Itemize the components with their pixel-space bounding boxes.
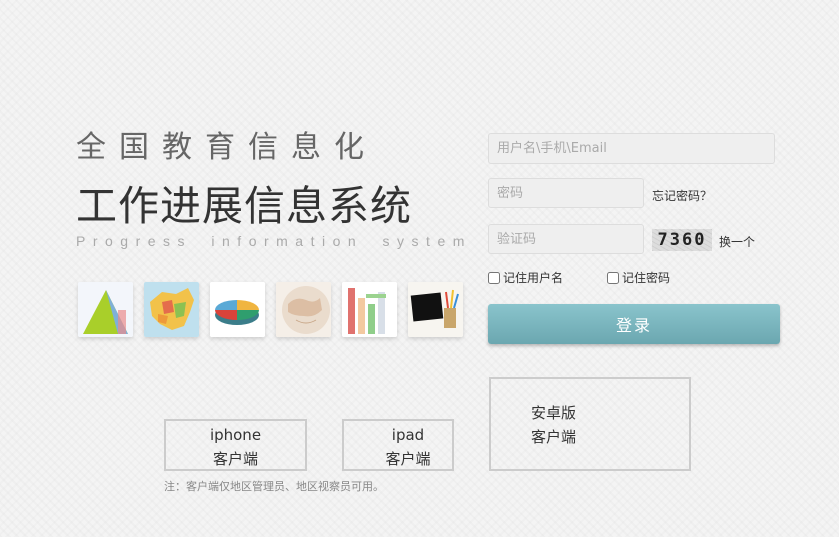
- pie-chart-icon: [210, 282, 265, 337]
- title-line1: 全国教育信息化: [76, 130, 377, 165]
- captcha-input[interactable]: [488, 224, 644, 254]
- android-client-line2: 客户端: [531, 428, 577, 446]
- iphone-client-line1: iphone: [209, 426, 262, 444]
- captcha-image[interactable]: 7360: [652, 229, 712, 251]
- remember-username-checkbox[interactable]: 记住用户名: [488, 269, 563, 286]
- client-note: 注：客户端仅地区管理员、地区视察员可用。: [164, 480, 384, 493]
- china-map-icon: [144, 282, 199, 337]
- iphone-client-button[interactable]: iphone 客户端: [164, 419, 307, 471]
- title-line2: 工作进展信息系统: [76, 182, 412, 230]
- title-english: Progress information system: [76, 233, 472, 249]
- remember-password-check[interactable]: [607, 271, 619, 284]
- ipad-client-line2: 客户端: [385, 450, 431, 468]
- remember-username-check[interactable]: [488, 271, 500, 284]
- remember-password-label: 记住密码: [622, 271, 671, 285]
- iphone-client-line2: 客户端: [212, 450, 258, 468]
- android-client-line1: 安卓版: [531, 404, 577, 422]
- password-input[interactable]: [488, 178, 644, 208]
- android-client-button[interactable]: 安卓版 客户端: [489, 377, 691, 471]
- tablet-pencils-icon: [408, 282, 463, 337]
- forgot-password-link[interactable]: 忘记密码？: [652, 187, 712, 204]
- remember-username-label: 记住用户名: [503, 271, 564, 285]
- ipad-client-button[interactable]: ipad 客户端: [342, 419, 454, 471]
- remember-password-checkbox[interactable]: 记住密码: [607, 269, 670, 286]
- refresh-captcha-link[interactable]: 换一个: [719, 233, 755, 250]
- globe-icon: [276, 282, 331, 337]
- ipad-client-line1: ipad: [391, 426, 425, 444]
- triangle-chart-icon: [78, 282, 133, 337]
- username-input[interactable]: [488, 133, 775, 164]
- thumbnail-strip: [78, 282, 463, 338]
- bar-chart-icon: [342, 282, 397, 337]
- login-button[interactable]: 登录: [488, 304, 780, 344]
